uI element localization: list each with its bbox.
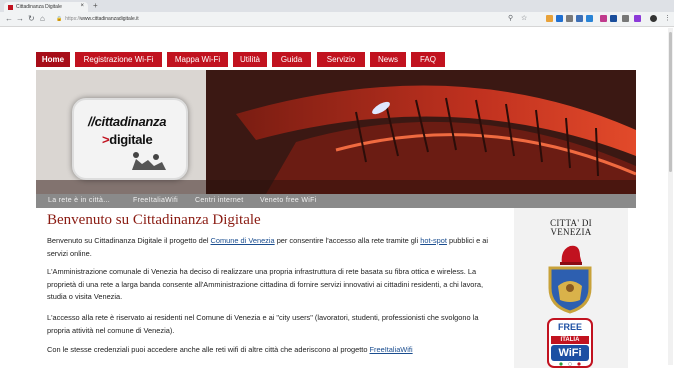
header-banner: //cittadinanza >digitale [36,70,636,194]
wifi-badge-wifi: WiFi [558,347,582,359]
reload-icon[interactable]: ↻ [28,14,35,24]
url-domain: www.cittadinanzadigitale.it [80,16,139,22]
nav-item-utilita[interactable]: Utilità [233,52,267,67]
nav-item-home[interactable]: Home [36,52,70,67]
freeitaliawifi-link[interactable]: FreeItaliaWifi [370,345,413,354]
city-seal-title: CITTA' DI VENEZIA [550,218,592,237]
bookmark-star-icon[interactable]: ☆ [521,14,527,24]
site-container: Home Registrazione Wi-Fi Mappa Wi-Fi Uti… [36,52,636,368]
nav-item-faq[interactable]: FAQ [411,52,445,67]
site-logo[interactable]: //cittadinanza >digitale [72,98,188,180]
extension-icon[interactable] [566,15,573,22]
logo-figures-icon [132,152,166,170]
logo-text-line2: >digitale [102,132,153,147]
nav-item-guida[interactable]: Guida [272,52,311,67]
subnav-item-veneto-wifi[interactable]: Veneto free WiFi [260,194,317,208]
nav-item-registrazione-wifi[interactable]: Registrazione Wi-Fi [75,52,162,67]
forward-icon[interactable]: → [16,14,24,24]
extension-icon[interactable] [634,15,641,22]
logo-text-line1: //cittadinanza [88,114,167,129]
tab-close-icon[interactable]: × [80,3,84,9]
browser-tab[interactable]: Cittadinanza Digitale × [4,2,88,12]
scrollbar-thumb[interactable] [669,32,672,172]
ducal-cap-icon [560,245,582,265]
page-title: Benvenuto su Cittadinanza Digitale [47,212,261,228]
extension-icon[interactable] [610,15,617,22]
extension-icon[interactable] [586,15,593,22]
venice-coat-of-arms-icon[interactable] [546,264,594,314]
infrastructure-paragraph: L'Amministrazione comunale di Venezia ha… [47,267,484,302]
subnav-item-freeitaliawifi[interactable]: FreeItaliaWifi [133,194,178,208]
url-protocol: https:// [65,16,81,22]
sub-nav: La rete è in città... FreeItaliaWifi Cen… [36,194,636,208]
extension-icon[interactable] [556,15,563,22]
main-content: Benvenuto su Cittadinanza Digitale Benve… [36,208,636,368]
free-italia-wifi-badge[interactable]: FREE ITALIA WiFi [547,318,593,368]
back-icon[interactable]: ← [5,14,13,24]
wifi-badge-italia: ITALIA [560,337,580,343]
nav-item-servizio[interactable]: Servizio [317,52,365,67]
address-bar[interactable]: 🔒 https://www.cittadinanzadigitale.it [56,14,496,24]
browser-tabbar: Cittadinanza Digitale × + [0,0,674,12]
extension-icon[interactable] [622,15,629,22]
wifi-badge-free: FREE [557,322,582,332]
sidebar: CITTA' DI VENEZIA FREE ITALIA WiFi [514,208,628,368]
nav-item-news[interactable]: News [370,52,406,67]
site-favicon-icon [8,5,13,10]
profile-avatar-icon[interactable] [650,15,657,22]
home-icon[interactable]: ⌂ [40,14,45,24]
browser-toolbar: ← → ↻ ⌂ 🔒 https://www.cittadinanzadigital… [0,12,674,27]
search-icon[interactable]: ⚲ [508,14,513,24]
extension-icon[interactable] [600,15,607,22]
extension-icon[interactable] [546,15,553,22]
subnav-item-rete[interactable]: La rete è in città... [48,194,110,208]
page-scrollbar[interactable] [668,28,673,365]
lock-icon: 🔒 [56,16,63,22]
access-paragraph: L'accesso alla rete è riservato ai resid… [47,313,479,335]
intro-paragraph: Benvenuto su Cittadinanza Digitale il pr… [47,236,489,258]
menu-icon[interactable]: ⋮ [664,14,671,24]
hotspot-link[interactable]: hot-spot [420,236,447,245]
nav-item-mappa-wifi[interactable]: Mappa Wi-Fi [167,52,228,67]
extension-icon[interactable] [576,15,583,22]
credentials-paragraph: Con le stesse credenziali puoi accedere … [47,345,413,354]
new-tab-button[interactable]: + [93,1,98,10]
tab-title: Cittadinanza Digitale [16,4,62,10]
subnav-item-centri-internet[interactable]: Centri internet [195,194,243,208]
comune-venezia-link[interactable]: Comune di Venezia [211,236,275,245]
